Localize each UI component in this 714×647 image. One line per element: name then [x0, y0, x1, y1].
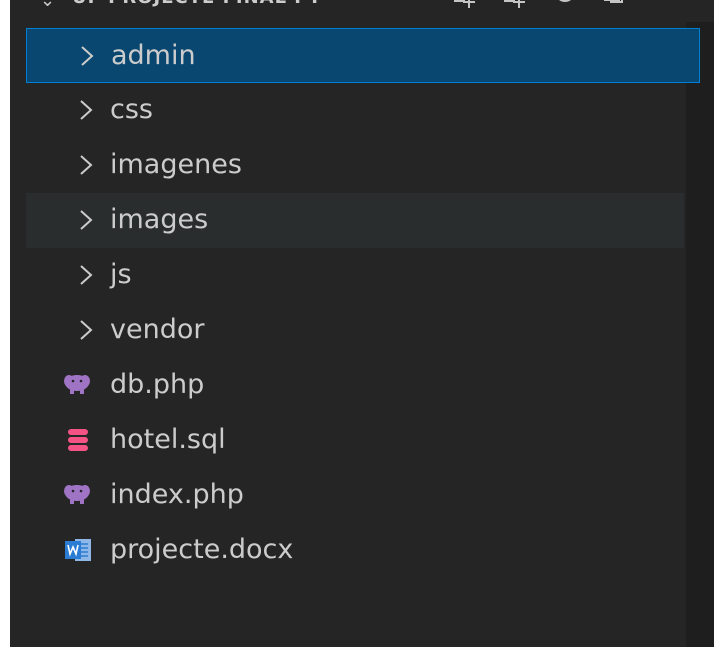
- chevron-right-icon: [76, 261, 96, 289]
- tree-item-label: db.php: [110, 369, 205, 400]
- word-document-icon: [62, 536, 94, 564]
- chevron-right-icon: [76, 206, 96, 234]
- explorer-panel: ⌄ UF PROJECTE FINAL PT admin: [10, 0, 714, 647]
- collapse-all-icon[interactable]: [600, 0, 630, 18]
- file-tree: admin css imagenes images js vendor db.p…: [10, 28, 700, 578]
- php-elephant-icon: [62, 481, 94, 509]
- explorer-section-title[interactable]: UF PROJECTE FINAL PT: [72, 0, 322, 8]
- tree-item-label: css: [110, 94, 153, 125]
- tree-item-label: js: [110, 259, 132, 290]
- tree-folder-images[interactable]: images: [26, 193, 684, 248]
- chevron-right-icon: [76, 316, 96, 344]
- tree-file-hotel-sql[interactable]: hotel.sql: [10, 413, 686, 468]
- tree-folder-admin[interactable]: admin: [26, 28, 700, 83]
- chevron-right-icon: [77, 42, 97, 70]
- tree-file-db-php[interactable]: db.php: [10, 358, 686, 413]
- tree-file-projecte-docx[interactable]: projecte.docx: [10, 523, 686, 578]
- tree-folder-vendor[interactable]: vendor: [10, 303, 686, 358]
- tree-item-label: imagenes: [110, 149, 242, 180]
- tree-item-label: index.php: [110, 479, 244, 510]
- chevron-down-icon[interactable]: ⌄: [40, 0, 55, 11]
- refresh-icon[interactable]: [550, 0, 580, 18]
- new-file-icon[interactable]: [450, 0, 480, 18]
- tree-item-label: hotel.sql: [110, 424, 226, 455]
- tree-folder-css[interactable]: css: [10, 83, 686, 138]
- tree-item-label: vendor: [110, 314, 205, 345]
- tree-item-label: admin: [111, 40, 196, 71]
- php-elephant-icon: [62, 371, 94, 399]
- editor-edge: [686, 0, 714, 647]
- tree-item-label: images: [110, 204, 209, 235]
- chevron-right-icon: [76, 96, 96, 124]
- tree-folder-js[interactable]: js: [10, 248, 686, 303]
- database-icon: [62, 426, 94, 454]
- explorer-header: ⌄ UF PROJECTE FINAL PT: [10, 0, 714, 22]
- new-folder-icon[interactable]: [500, 0, 530, 18]
- explorer-actions: [450, 0, 630, 18]
- tree-item-label: projecte.docx: [110, 534, 294, 565]
- tree-folder-imagenes[interactable]: imagenes: [10, 138, 686, 193]
- chevron-right-icon: [76, 151, 96, 179]
- tree-file-index-php[interactable]: index.php: [10, 468, 686, 523]
